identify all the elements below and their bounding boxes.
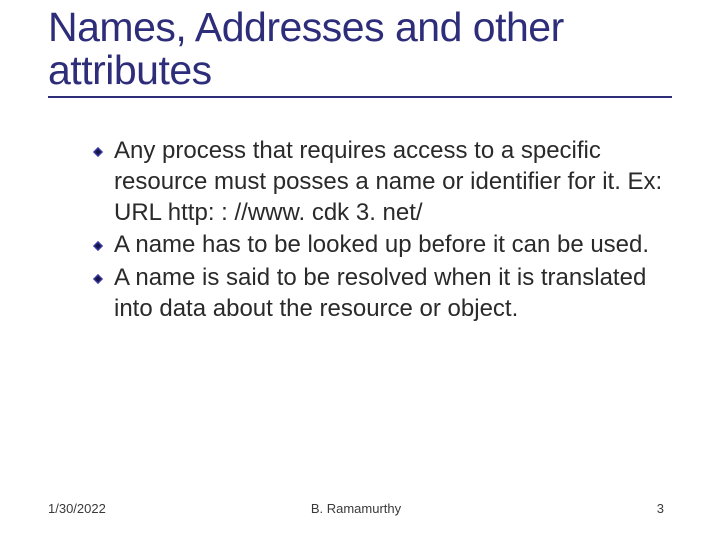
- bullet-text: Any process that requires access to a sp…: [114, 137, 662, 225]
- title-underline: [48, 96, 672, 98]
- list-item: Any process that requires access to a sp…: [98, 136, 672, 228]
- slide-footer: 1/30/2022 B. Ramamurthy 3: [48, 501, 664, 516]
- list-item: A name has to be looked up before it can…: [98, 230, 672, 261]
- diamond-bullet-icon: [92, 240, 104, 252]
- diamond-bullet-icon: [92, 146, 104, 158]
- footer-page-number: 3: [657, 501, 664, 516]
- bullet-text: A name is said to be resolved when it is…: [114, 264, 646, 322]
- footer-date: 1/30/2022: [48, 501, 106, 516]
- slide: Names, Addresses and other attributes An…: [0, 0, 720, 540]
- list-item: A name is said to be resolved when it is…: [98, 263, 672, 324]
- slide-title: Names, Addresses and other attributes: [48, 6, 672, 92]
- bullet-text: A name has to be looked up before it can…: [114, 231, 649, 258]
- bullet-list: Any process that requires access to a sp…: [48, 136, 672, 324]
- footer-author: B. Ramamurthy: [311, 501, 401, 516]
- diamond-bullet-icon: [92, 273, 104, 285]
